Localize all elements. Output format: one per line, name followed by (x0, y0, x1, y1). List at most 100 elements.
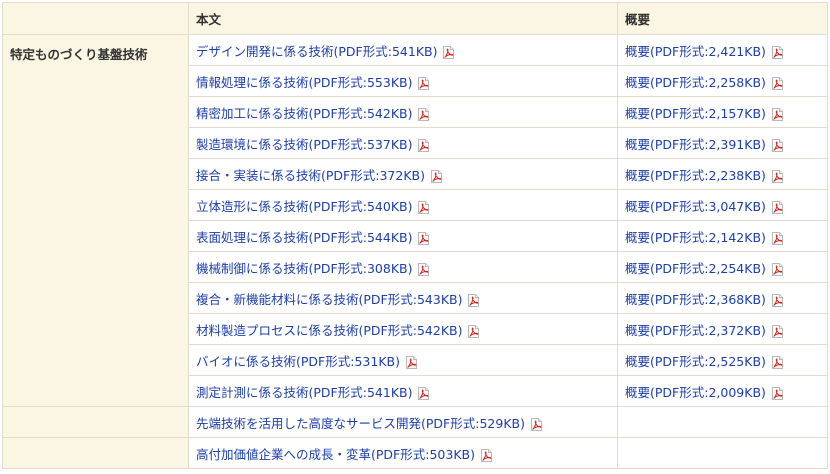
pdf-icon (771, 138, 783, 152)
body-cell: 情報処理に係る技術(PDF形式:553KB) (188, 65, 618, 97)
body-pdf-link-file-size: (PDF形式:541KB) (333, 43, 438, 59)
summary-pdf-link[interactable]: 概要(PDF形式:2,238KB) (625, 168, 783, 183)
body-cell: デザイン開発に係る技術(PDF形式:541KB) (188, 34, 618, 66)
body-pdf-link[interactable]: 測定計測に係る技術(PDF形式:541KB) (196, 384, 430, 400)
body-pdf-link[interactable]: 精密加工に係る技術(PDF形式:542KB) (196, 106, 430, 121)
header-body: 本文 (188, 2, 618, 35)
body-pdf-link[interactable]: 複合・新機能材料に係る技術(PDF形式:543KB) (196, 292, 480, 307)
category-label: 特定ものづくり基盤技術 (2, 34, 189, 407)
body-pdf-link-label: 機械制御に係る技術 (196, 260, 309, 276)
body-pdf-link-file-size: (PDF形式:529KB) (421, 415, 525, 431)
summary-pdf-link-label: 概要 (625, 229, 651, 245)
pdf-icon (468, 293, 480, 307)
table-row: 先端技術を活用した高度なサービス開発(PDF形式:529KB) (2, 406, 828, 438)
summary-pdf-link[interactable]: 概要(PDF形式:2,142KB) (625, 230, 783, 245)
summary-pdf-link-label: 概要 (625, 322, 651, 338)
summary-pdf-link-label: 概要 (625, 136, 651, 152)
summary-pdf-link[interactable]: 概要(PDF形式:2,391KB) (625, 137, 783, 152)
summary-pdf-link-label: 概要 (625, 74, 651, 90)
body-cell: 表面処理に係る技術(PDF形式:544KB) (188, 220, 618, 252)
body-cell: 精密加工に係る技術(PDF形式:542KB) (188, 96, 618, 128)
summary-pdf-link-file-size: (PDF形式:2,157KB) (650, 105, 766, 121)
summary-cell: 概要(PDF形式:2,525KB) (617, 344, 828, 376)
header-summary: 概要 (617, 2, 828, 35)
summary-cell: 概要(PDF形式:2,238KB) (617, 158, 828, 190)
body-pdf-link-label: バイオに係る技術 (196, 353, 297, 369)
pdf-icon (418, 107, 430, 121)
summary-pdf-link[interactable]: 概要(PDF形式:2,258KB) (625, 75, 783, 90)
pdf-icon (418, 386, 430, 400)
body-pdf-link-file-size: (PDF形式:503KB) (371, 446, 475, 462)
summary-pdf-link[interactable]: 概要(PDF形式:3,047KB) (625, 199, 783, 214)
pdf-icon (418, 76, 430, 90)
body-pdf-link[interactable]: 高付加価値企業への成長・変革(PDF形式:503KB) (196, 447, 492, 462)
empty-category-cell (2, 437, 189, 469)
pdf-icon (771, 107, 783, 121)
body-pdf-link[interactable]: 先端技術を活用した高度なサービス開発(PDF形式:529KB) (196, 416, 542, 431)
pdf-icon (771, 200, 783, 214)
body-pdf-link-file-size: (PDF形式:531KB) (296, 353, 400, 369)
body-pdf-link-label: 接合・実装に係る技術 (196, 167, 322, 183)
summary-cell: 概要(PDF形式:2,009KB) (617, 375, 828, 407)
pdf-icon (443, 45, 455, 59)
summary-pdf-link[interactable]: 概要(PDF形式:2,421KB) (625, 44, 783, 59)
body-pdf-link-label: 高付加価値企業への成長・変革 (196, 446, 372, 462)
body-cell: 立体造形に係る技術(PDF形式:540KB) (188, 189, 618, 221)
pdf-icon (480, 448, 492, 462)
summary-pdf-link-label: 概要 (625, 353, 651, 369)
body-pdf-link[interactable]: 情報処理に係る技術(PDF形式:553KB) (196, 74, 430, 90)
summary-pdf-link-file-size: (PDF形式:2,391KB) (650, 136, 766, 152)
body-pdf-link-file-size: (PDF形式:541KB) (308, 384, 413, 400)
summary-pdf-link[interactable]: 概要(PDF形式:2,254KB) (625, 261, 783, 276)
body-pdf-link[interactable]: 製造環境に係る技術(PDF形式:537KB) (196, 136, 430, 152)
pdf-icon (771, 169, 783, 183)
body-cell: 製造環境に係る技術(PDF形式:537KB) (188, 127, 618, 159)
summary-pdf-link-file-size: (PDF形式:2,238KB) (650, 167, 766, 183)
pdf-icon (418, 231, 430, 245)
summary-pdf-link[interactable]: 概要(PDF形式:2,525KB) (625, 354, 783, 369)
body-pdf-link[interactable]: 機械制御に係る技術(PDF形式:308KB) (196, 260, 430, 276)
body-pdf-link-label: デザイン開発に係る技術 (196, 43, 334, 59)
body-pdf-link[interactable]: 表面処理に係る技術(PDF形式:544KB) (196, 230, 430, 245)
pdf-icon (468, 324, 480, 338)
technology-table: 本文 概要 特定ものづくり基盤技術 デザイン開発に係る技術(PDF形式:541KB… (2, 2, 828, 469)
summary-pdf-link[interactable]: 概要(PDF形式:2,372KB) (625, 323, 783, 338)
summary-cell: 概要(PDF形式:2,258KB) (617, 65, 828, 97)
pdf-icon (771, 355, 783, 369)
header-blank-cell (2, 2, 189, 35)
summary-pdf-link[interactable]: 概要(PDF形式:2,009KB) (625, 385, 783, 400)
body-pdf-link[interactable]: 材料製造プロセスに係る技術(PDF形式:542KB) (196, 323, 480, 338)
summary-pdf-link-file-size: (PDF形式:2,525KB) (650, 353, 766, 369)
body-cell: 機械制御に係る技術(PDF形式:308KB) (188, 251, 618, 283)
pdf-icon (771, 324, 783, 338)
body-pdf-link-label: 立体造形に係る技術 (196, 198, 309, 214)
empty-category-cell (2, 406, 189, 438)
summary-cell: 概要(PDF形式:3,047KB) (617, 189, 828, 221)
summary-pdf-link-file-size: (PDF形式:2,258KB) (650, 74, 766, 90)
body-pdf-link[interactable]: バイオに係る技術(PDF形式:531KB) (196, 354, 417, 369)
summary-pdf-link-label: 概要 (625, 43, 651, 59)
summary-pdf-link-label: 概要 (625, 384, 651, 400)
summary-cell: 概要(PDF形式:2,254KB) (617, 251, 828, 283)
summary-pdf-link-file-size: (PDF形式:2,368KB) (650, 291, 766, 307)
body-pdf-link[interactable]: 接合・実装に係る技術(PDF形式:372KB) (196, 168, 442, 183)
table-body: 特定ものづくり基盤技術 デザイン開発に係る技術(PDF形式:541KB) 概要(P… (2, 34, 828, 469)
summary-pdf-link-label: 概要 (625, 105, 651, 121)
body-pdf-link[interactable]: 立体造形に係る技術(PDF形式:540KB) (196, 198, 430, 214)
summary-pdf-link-file-size: (PDF形式:2,254KB) (650, 260, 766, 276)
body-pdf-link-label: 情報処理に係る技術 (196, 74, 309, 90)
pdf-icon (771, 45, 783, 59)
pdf-icon (418, 138, 430, 152)
table-row: 特定ものづくり基盤技術 デザイン開発に係る技術(PDF形式:541KB) 概要(P… (2, 34, 828, 407)
summary-pdf-link[interactable]: 概要(PDF形式:2,157KB) (625, 106, 783, 121)
summary-pdf-link-file-size: (PDF形式:2,142KB) (650, 229, 766, 245)
body-pdf-link-label: 製造環境に係る技術 (196, 136, 309, 152)
table-row: 高付加価値企業への成長・変革(PDF形式:503KB) (2, 437, 828, 469)
summary-pdf-link[interactable]: 概要(PDF形式:2,368KB) (625, 292, 783, 307)
empty-summary-cell (617, 437, 828, 469)
pdf-icon (771, 262, 783, 276)
table-header-row: 本文 概要 (2, 2, 828, 35)
body-pdf-link[interactable]: デザイン開発に係る技術(PDF形式:541KB) (196, 43, 455, 59)
summary-cell: 概要(PDF形式:2,372KB) (617, 313, 828, 345)
body-pdf-link-label: 先端技術を活用した高度なサービス開発 (196, 415, 422, 431)
